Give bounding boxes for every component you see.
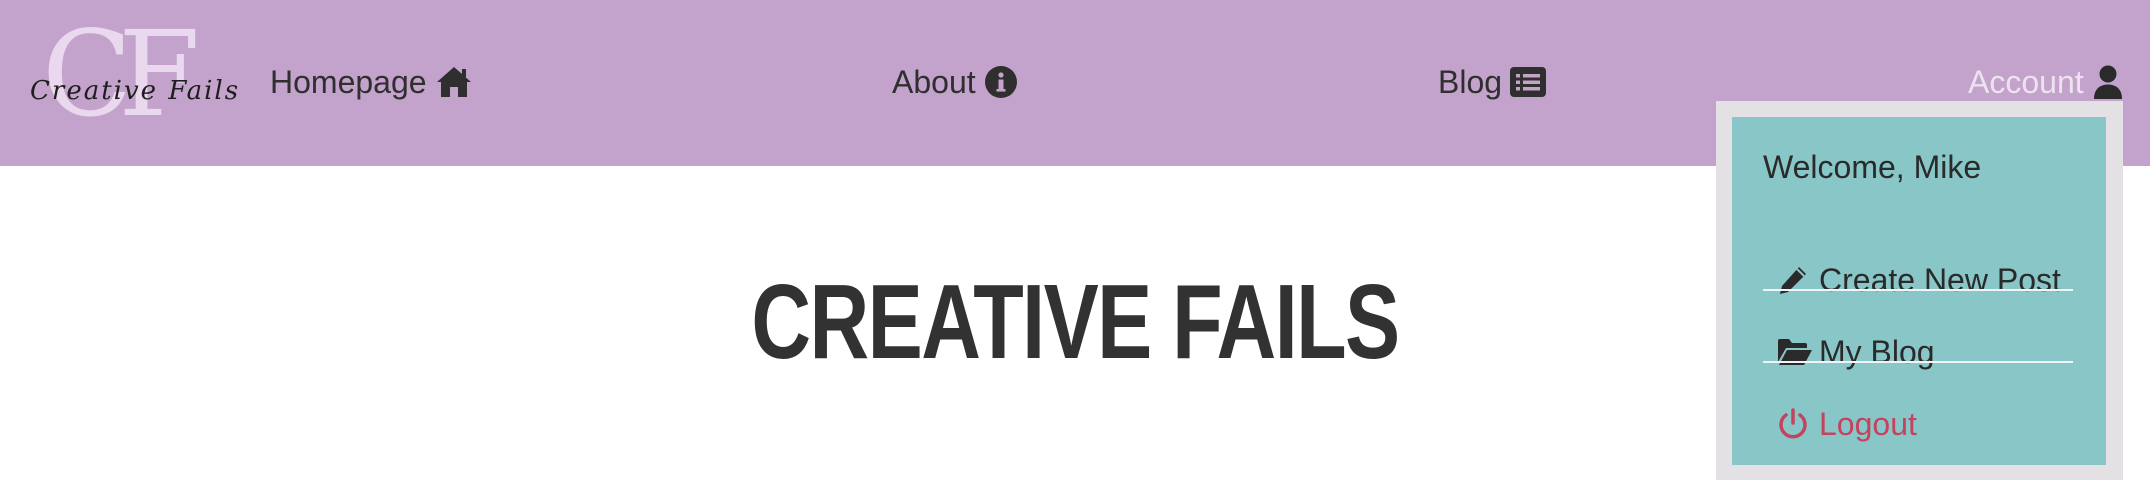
home-icon xyxy=(435,65,473,99)
account-dropdown-panel: Welcome, Mike Create New Post My Blog Lo… xyxy=(1732,117,2106,465)
info-circle-icon xyxy=(984,65,1018,99)
logo-script-text: Creative Fails xyxy=(30,76,241,106)
page-title: CREATIVE FAILS xyxy=(751,263,1400,381)
welcome-message: Welcome, Mike xyxy=(1763,149,1982,185)
logo-monogram: CF xyxy=(42,5,200,143)
my-blog-label: My Blog xyxy=(1819,333,1935,370)
nav-homepage-link[interactable]: Homepage xyxy=(270,58,473,106)
create-new-post-link[interactable]: Create New Post xyxy=(1763,245,2073,315)
list-alt-icon xyxy=(1510,67,1547,97)
logout-label: Logout xyxy=(1819,405,1917,442)
logout-link[interactable]: Logout xyxy=(1763,389,2073,459)
pencil-icon xyxy=(1777,264,1815,296)
nav-about-link[interactable]: About xyxy=(892,58,1018,106)
nav-homepage-label: Homepage xyxy=(270,63,427,100)
menu-divider xyxy=(1763,289,2073,291)
nav-about-label: About xyxy=(892,63,976,100)
my-blog-link[interactable]: My Blog xyxy=(1763,317,2073,387)
nav-blog-link[interactable]: Blog xyxy=(1438,58,1547,106)
nav-blog-label: Blog xyxy=(1438,63,1503,100)
nav-account-toggle[interactable]: Account xyxy=(1968,58,2124,106)
user-icon xyxy=(2092,65,2124,99)
site-logo[interactable]: CF Creative Fails xyxy=(24,5,238,143)
menu-divider xyxy=(1763,361,2073,363)
power-icon xyxy=(1777,408,1815,440)
create-new-post-label: Create New Post xyxy=(1819,261,2061,298)
nav-account-label: Account xyxy=(1968,63,2084,100)
account-dropdown-menu: Welcome, Mike Create New Post My Blog Lo… xyxy=(1716,101,2123,480)
